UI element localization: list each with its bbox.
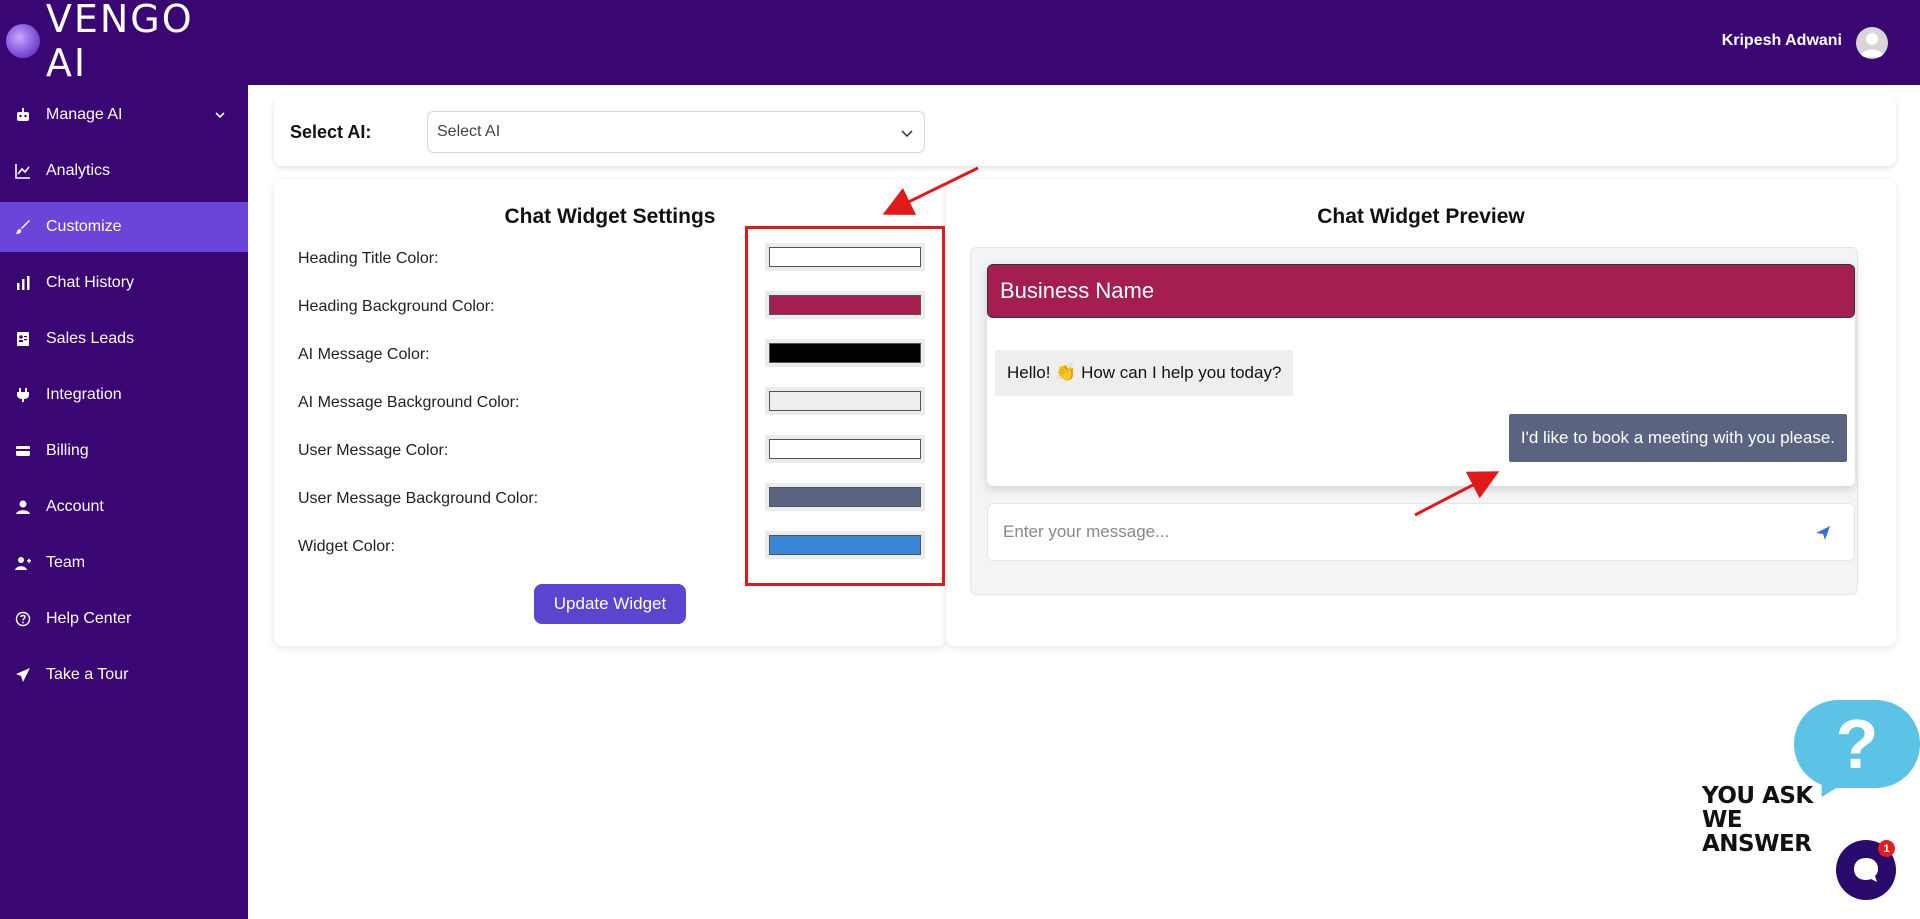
sidebar-item-analytics[interactable]: Analytics xyxy=(0,146,248,196)
robot-icon xyxy=(14,106,32,124)
setting-label: Heading Title Color: xyxy=(298,250,439,267)
question-bubble-icon: ? xyxy=(1794,700,1920,788)
help-text: YOU ASK WE ANSWER xyxy=(1702,784,1852,856)
brain-logo-icon xyxy=(6,24,40,58)
credit-card-icon xyxy=(14,442,32,460)
chat-window: Business Name Hello! 👏 How can I help yo… xyxy=(987,264,1855,486)
sidebar-item-help-center[interactable]: Help Center xyxy=(0,594,248,644)
select-ai-value: Select AI xyxy=(437,123,501,140)
help-text-line1: YOU ASK xyxy=(1702,783,1813,809)
sidebar-item-manage-ai[interactable]: Manage AI xyxy=(0,90,248,140)
sidebar-item-label: Take a Tour xyxy=(46,666,129,683)
bar-chart-icon xyxy=(14,274,32,292)
sidebar-item-team[interactable]: Team xyxy=(0,538,248,588)
update-widget-button[interactable]: Update Widget xyxy=(534,584,686,624)
setting-label: Widget Color: xyxy=(298,538,395,555)
select-ai-label: Select AI: xyxy=(290,122,372,142)
plug-icon xyxy=(14,386,32,404)
setting-label: AI Message Background Color: xyxy=(298,394,520,411)
user-message-bubble: I'd like to book a meeting with you plea… xyxy=(1508,414,1847,462)
select-ai-card: Select AI: Select AI xyxy=(274,96,1896,166)
sidebar-item-label: Team xyxy=(46,554,86,571)
annotation-highlight-box xyxy=(745,226,945,586)
sidebar-item-label: Integration xyxy=(46,386,122,403)
user-name[interactable]: Kripesh Adwani xyxy=(1722,32,1842,50)
brush-icon xyxy=(14,218,32,236)
user-icon xyxy=(14,498,32,516)
user-avatar-icon xyxy=(1860,33,1884,57)
notification-badge: 1 xyxy=(1878,840,1895,857)
sidebar-item-billing[interactable]: Billing xyxy=(0,426,248,476)
sidebar-item-integration[interactable]: Integration xyxy=(0,370,248,420)
send-icon[interactable] xyxy=(1814,524,1832,542)
sidebar-item-label: Sales Leads xyxy=(46,330,135,347)
contact-card-icon xyxy=(14,330,32,348)
sidebar-item-customize[interactable]: Customize xyxy=(0,202,248,252)
chat-header: Business Name xyxy=(987,264,1855,318)
sidebar-item-label: Billing xyxy=(46,442,89,459)
chat-widget-preview-card: Chat Widget Preview Business Name Hello!… xyxy=(946,180,1896,646)
sidebar-item-take-a-tour[interactable]: Take a Tour xyxy=(0,650,248,700)
chart-line-icon xyxy=(14,162,32,180)
chat-message-input[interactable]: Enter your message... xyxy=(987,503,1855,561)
sidebar-item-label: Help Center xyxy=(46,610,132,627)
sidebar-item-label: Customize xyxy=(46,218,122,235)
sidebar-nav: Manage AI Analytics Customize Chat History S… xyxy=(0,90,248,706)
paper-plane-icon xyxy=(14,666,32,684)
sidebar-item-label: Account xyxy=(46,498,104,515)
top-bar: Kripesh Adwani xyxy=(248,0,1920,85)
sidebar-item-sales-leads[interactable]: Sales Leads xyxy=(0,314,248,364)
help-text-line2: WE ANSWER xyxy=(1702,807,1812,857)
chevron-down-icon xyxy=(901,130,913,138)
ai-message-bubble: Hello! 👏 How can I help you today? xyxy=(995,350,1294,396)
sidebar-item-chat-history[interactable]: Chat History xyxy=(0,258,248,308)
user-plus-icon xyxy=(14,554,32,572)
chat-input-placeholder: Enter your message... xyxy=(1003,522,1170,541)
sidebar-item-label: Manage AI xyxy=(46,106,123,123)
sidebar-item-label: Analytics xyxy=(46,162,111,179)
logo[interactable]: VENGO AI xyxy=(6,0,248,85)
sidebar-item-account[interactable]: Account xyxy=(0,482,248,532)
setting-label: Heading Background Color: xyxy=(298,298,495,315)
setting-label: User Message Background Color: xyxy=(298,490,539,507)
preview-container: Business Name Hello! 👏 How can I help yo… xyxy=(970,247,1858,595)
setting-label: AI Message Color: xyxy=(298,346,430,363)
sidebar: VENGO AI Manage AI Analytics Customize Chat… xyxy=(0,0,248,919)
avatar[interactable] xyxy=(1856,27,1888,59)
select-ai-dropdown[interactable]: Select AI xyxy=(427,111,925,153)
setting-label: User Message Color: xyxy=(298,442,449,459)
preview-title: Chat Widget Preview xyxy=(1317,205,1525,228)
sidebar-item-label: Chat History xyxy=(46,274,135,291)
question-circle-icon xyxy=(14,610,32,628)
logo-text: VENGO AI xyxy=(45,0,194,85)
chat-bubble-icon xyxy=(1854,858,1878,882)
chevron-down-icon[interactable] xyxy=(214,108,226,126)
